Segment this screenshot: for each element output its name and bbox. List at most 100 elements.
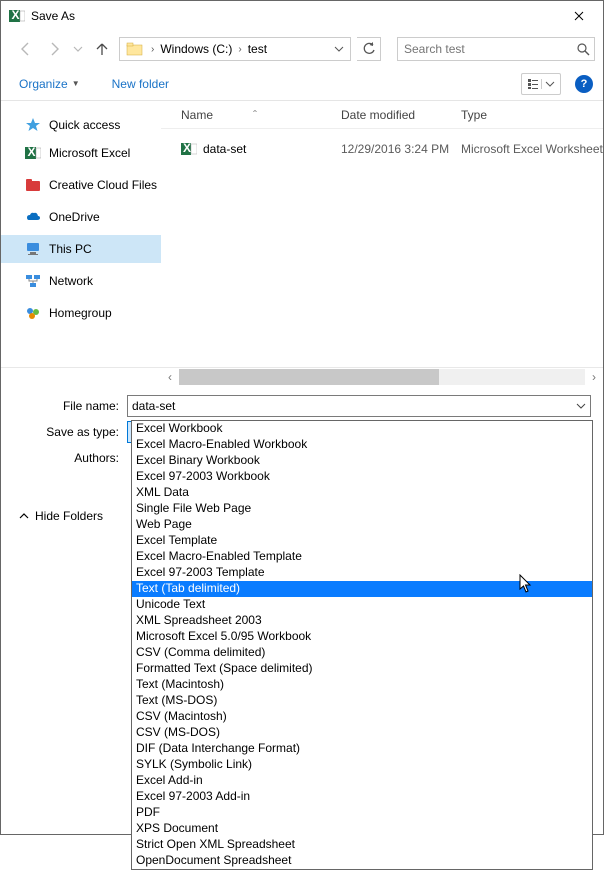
folder-icon	[126, 40, 144, 58]
sidebar-item-cc[interactable]: Creative Cloud Files	[1, 171, 161, 199]
col-type[interactable]: Type	[461, 108, 603, 122]
view-options-button[interactable]	[521, 73, 561, 95]
dropdown-option[interactable]: SYLK (Symbolic Link)	[132, 757, 592, 773]
dropdown-option[interactable]: Excel Binary Workbook	[132, 453, 592, 469]
dropdown-option[interactable]: XML Spreadsheet 2003	[132, 613, 592, 629]
sidebar-item-label: Microsoft Excel	[49, 146, 130, 160]
sidebar-item-excel[interactable]: X Microsoft Excel	[1, 139, 161, 167]
dropdown-option[interactable]: Excel Macro-Enabled Workbook	[132, 437, 592, 453]
hide-folders-button[interactable]: Hide Folders	[19, 509, 103, 523]
refresh-button[interactable]	[357, 37, 381, 61]
dropdown-option[interactable]: DIF (Data Interchange Format)	[132, 741, 592, 757]
sidebar-item-label: Network	[49, 274, 93, 288]
main-area: Quick access X Microsoft Excel Creative Clo…	[1, 101, 603, 367]
toolbar: Organize ▼ New folder ?	[1, 67, 603, 101]
breadcrumb-sep-icon: ›	[235, 44, 244, 55]
scroll-thumb[interactable]	[179, 369, 439, 385]
back-button[interactable]	[15, 38, 37, 60]
dropdown-option[interactable]: CSV (Macintosh)	[132, 709, 592, 725]
nav-row: › Windows (C:) › test	[1, 31, 603, 67]
file-name-combo[interactable]: data-set	[127, 395, 591, 417]
sidebar-item-network[interactable]: Network	[1, 267, 161, 295]
horizontal-scrollbar[interactable]: ‹ ›	[1, 367, 603, 385]
dropdown-option[interactable]: PDF	[132, 805, 592, 821]
file-list: Name ˆ Date modified Type X data-set 12/…	[161, 101, 603, 367]
close-button[interactable]	[557, 1, 601, 31]
address-bar[interactable]: › Windows (C:) › test	[119, 37, 351, 61]
file-date: 12/29/2016 3:24 PM	[341, 142, 461, 156]
chevron-up-icon	[19, 511, 29, 521]
excel-file-icon: X	[181, 141, 197, 157]
navigation-pane: Quick access X Microsoft Excel Creative Clo…	[1, 101, 161, 367]
scroll-right-icon[interactable]: ›	[585, 368, 603, 386]
sidebar-item-onedrive[interactable]: OneDrive	[1, 203, 161, 231]
recent-locations-button[interactable]	[71, 38, 85, 60]
dropdown-option[interactable]: Unicode Text	[132, 597, 592, 613]
sort-indicator-icon: ˆ	[253, 108, 257, 122]
sidebar-item-label: Quick access	[49, 118, 120, 132]
dropdown-option[interactable]: XML Data	[132, 485, 592, 501]
forward-button[interactable]	[43, 38, 65, 60]
dropdown-option[interactable]: Excel Macro-Enabled Template	[132, 549, 592, 565]
excel-app-icon: X	[9, 8, 25, 24]
list-header: Name ˆ Date modified Type	[161, 101, 603, 129]
up-button[interactable]	[91, 38, 113, 60]
hide-folders-label: Hide Folders	[35, 509, 103, 523]
search-icon	[576, 42, 590, 56]
svg-text:X: X	[12, 8, 20, 22]
dropdown-option[interactable]: Single File Web Page	[132, 501, 592, 517]
col-name[interactable]: Name	[181, 108, 213, 122]
dropdown-option[interactable]: Formatted Text (Space delimited)	[132, 661, 592, 677]
organize-button[interactable]: Organize ▼	[19, 77, 80, 91]
sidebar-item-star[interactable]: Quick access	[1, 111, 161, 139]
chevron-down-icon: ▼	[72, 80, 80, 88]
scroll-left-icon[interactable]: ‹	[161, 368, 179, 386]
file-name: data-set	[203, 142, 246, 156]
save-as-type-label: Save as type:	[1, 425, 127, 439]
scroll-track[interactable]	[179, 369, 585, 385]
breadcrumb-sep-icon: ›	[148, 44, 157, 55]
excel-icon: X	[25, 145, 41, 161]
search-input[interactable]	[398, 42, 576, 56]
authors-label: Authors:	[1, 451, 127, 465]
new-folder-button[interactable]: New folder	[112, 77, 169, 91]
mouse-cursor-icon	[519, 574, 535, 594]
dropdown-option[interactable]: Excel 97-2003 Workbook	[132, 469, 592, 485]
dropdown-option[interactable]: OpenDocument Spreadsheet	[132, 853, 592, 869]
dropdown-option[interactable]: Excel Add-in	[132, 773, 592, 789]
dropdown-option[interactable]: Microsoft Excel 5.0/95 Workbook	[132, 629, 592, 645]
dropdown-option[interactable]: CSV (Comma delimited)	[132, 645, 592, 661]
dropdown-option[interactable]: Web Page	[132, 517, 592, 533]
breadcrumb-item[interactable]: Windows (C:)	[157, 42, 235, 56]
sidebar-item-label: Homegroup	[49, 306, 112, 320]
help-button[interactable]: ?	[575, 75, 593, 93]
titlebar: X Save As	[1, 1, 603, 31]
sidebar-item-label: Creative Cloud Files	[49, 178, 157, 192]
sidebar-item-pc[interactable]: This PC	[1, 235, 161, 263]
search-box[interactable]	[397, 37, 595, 61]
onedrive-icon	[25, 209, 41, 225]
file-name-value: data-set	[132, 399, 576, 413]
svg-text:X: X	[183, 141, 191, 155]
dropdown-option[interactable]: Strict Open XML Spreadsheet	[132, 837, 592, 853]
window-title: Save As	[31, 9, 557, 23]
dropdown-option[interactable]: Excel Template	[132, 533, 592, 549]
dropdown-option[interactable]: Text (MS-DOS)	[132, 693, 592, 709]
sidebar-item-homegroup[interactable]: Homegroup	[1, 299, 161, 327]
dropdown-option[interactable]: Excel 97-2003 Add-in	[132, 789, 592, 805]
homegroup-icon	[25, 305, 41, 321]
file-name-label: File name:	[1, 399, 127, 413]
chevron-down-icon	[576, 403, 586, 409]
star-icon	[25, 117, 41, 133]
cc-icon	[25, 177, 41, 193]
dropdown-option[interactable]: Text (Macintosh)	[132, 677, 592, 693]
sidebar-item-label: OneDrive	[49, 210, 100, 224]
address-dropdown-icon[interactable]	[330, 38, 348, 60]
file-row[interactable]: X data-set 12/29/2016 3:24 PM Microsoft …	[161, 135, 603, 163]
save-as-type-dropdown[interactable]: Excel WorkbookExcel Macro-Enabled Workbo…	[131, 420, 593, 870]
file-type: Microsoft Excel Worksheet	[461, 142, 603, 156]
dropdown-option[interactable]: CSV (MS-DOS)	[132, 725, 592, 741]
breadcrumb-item[interactable]: test	[245, 42, 270, 56]
col-date[interactable]: Date modified	[341, 108, 461, 122]
dropdown-option[interactable]: Excel Workbook	[132, 421, 592, 437]
